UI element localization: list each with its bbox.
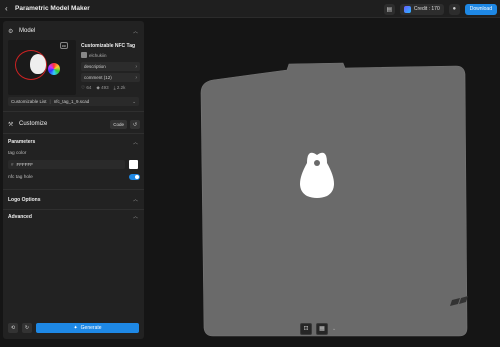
history-icon[interactable]: ↺ bbox=[130, 120, 140, 129]
credit-icon bbox=[403, 5, 411, 13]
logo-options-header[interactable]: Logo Options bbox=[8, 197, 41, 203]
avatar bbox=[81, 52, 87, 58]
tag-color-label: tag color bbox=[8, 151, 27, 156]
hash-icon: # bbox=[11, 162, 14, 167]
nfc-hole bbox=[314, 160, 320, 166]
divider bbox=[3, 189, 144, 190]
tag-color-value: FFFFFF bbox=[16, 162, 34, 167]
description-button[interactable]: description › bbox=[81, 62, 140, 71]
chevron-down-icon: ⌄ bbox=[132, 98, 136, 104]
comments-label: comment (12) bbox=[84, 75, 112, 80]
download-icon: ⤓ bbox=[113, 85, 116, 90]
thumbnail-tag bbox=[30, 54, 46, 74]
divider bbox=[3, 111, 144, 112]
grid-icon[interactable]: ▦ bbox=[316, 322, 328, 335]
customize-section-title: Customize bbox=[19, 121, 48, 127]
comments-button[interactable]: comment (12) › bbox=[81, 73, 140, 82]
color-swatch[interactable] bbox=[129, 160, 138, 169]
reset-icon[interactable]: ↻ bbox=[22, 323, 32, 333]
file-list-label: Customizable List bbox=[11, 99, 47, 104]
nfc-hole-toggle[interactable] bbox=[129, 174, 140, 180]
separator: | bbox=[49, 99, 51, 104]
boost-icon: ◆ bbox=[96, 85, 100, 90]
chevron-up-icon[interactable]: ︿ bbox=[133, 196, 138, 203]
chevron-up-icon[interactable]: ︿ bbox=[133, 139, 138, 146]
top-right-actions: ▤ Credit : 170 ● Download bbox=[383, 3, 497, 15]
generate-label: Generate bbox=[80, 325, 102, 331]
credit-pill[interactable]: Credit : 170 bbox=[399, 3, 444, 15]
side-panel: ⚙ Model ︿ cc Customizable NFC Tag elchuk… bbox=[3, 21, 144, 339]
gear-icon: ⚙ bbox=[8, 28, 14, 35]
file-name: nfc_tag_1_9.scad bbox=[53, 99, 90, 104]
app-title: Parametric Model Maker bbox=[15, 5, 90, 12]
model-author[interactable]: elchukiin bbox=[81, 52, 107, 58]
nfc-hole-label: nfc tag hole bbox=[8, 175, 33, 180]
model-thumbnail[interactable]: cc bbox=[8, 40, 76, 95]
chevron-up-icon[interactable]: ︿ bbox=[133, 28, 138, 35]
back-icon[interactable]: ‹ bbox=[5, 4, 15, 13]
model-section-title: Model bbox=[19, 28, 36, 34]
color-wheel-icon bbox=[48, 63, 60, 75]
advanced-header[interactable]: Advanced bbox=[8, 214, 32, 220]
tag-color-input[interactable]: # FFFFFF bbox=[8, 160, 125, 169]
divider bbox=[3, 133, 144, 134]
model-section-header[interactable]: ⚙ Model ︿ bbox=[3, 23, 144, 39]
sparkle-icon: ✦ bbox=[73, 325, 78, 331]
chevron-up-icon[interactable]: ︿ bbox=[133, 213, 138, 220]
sliders-icon: ⚒ bbox=[8, 121, 14, 128]
refresh-icon[interactable]: ⟲ bbox=[8, 323, 18, 333]
file-select[interactable]: Customizable List | nfc_tag_1_9.scad ⌄ bbox=[8, 97, 139, 106]
boosts-stat: ◆ 493 bbox=[96, 85, 109, 90]
downloads-stat: ⤓ 2.2k bbox=[113, 85, 126, 90]
book-icon[interactable]: ▤ bbox=[383, 3, 395, 15]
model-preview bbox=[200, 62, 468, 337]
download-button[interactable]: Download bbox=[464, 3, 497, 15]
code-button[interactable]: Code bbox=[110, 120, 127, 129]
chevron-down-icon[interactable]: ⌄ bbox=[332, 326, 336, 332]
credit-label: Credit : 170 bbox=[413, 6, 440, 12]
model-stats: ♡ 64 ◆ 493 ⤓ 2.2k bbox=[81, 85, 125, 91]
view-cube-icon[interactable]: ⊡ bbox=[300, 322, 312, 335]
viewport-toolbar: ⊡ ▦ ⌄ bbox=[300, 322, 336, 335]
parameters-header[interactable]: Parameters bbox=[8, 139, 35, 145]
chevron-right-icon: › bbox=[135, 63, 137, 70]
likes-stat: ♡ 64 bbox=[81, 85, 92, 90]
toggle-knob bbox=[135, 175, 139, 179]
author-name: elchukiin bbox=[89, 52, 107, 58]
user-icon[interactable]: ● bbox=[448, 3, 460, 15]
description-label: description bbox=[84, 64, 106, 69]
divider bbox=[3, 209, 144, 210]
top-bar: ‹ Parametric Model Maker ▤ Credit : 170 … bbox=[0, 0, 500, 18]
chevron-right-icon: › bbox=[135, 74, 137, 81]
heart-icon: ♡ bbox=[81, 85, 86, 90]
model-name: Customizable NFC Tag bbox=[81, 43, 136, 49]
license-badge-icon: cc bbox=[60, 42, 68, 49]
nfc-tag-plate bbox=[200, 62, 468, 337]
generate-button[interactable]: ✦ Generate bbox=[36, 323, 139, 333]
model-viewport[interactable] bbox=[147, 18, 500, 342]
bottom-actions: ⟲ ↻ ✦ Generate bbox=[8, 323, 139, 333]
